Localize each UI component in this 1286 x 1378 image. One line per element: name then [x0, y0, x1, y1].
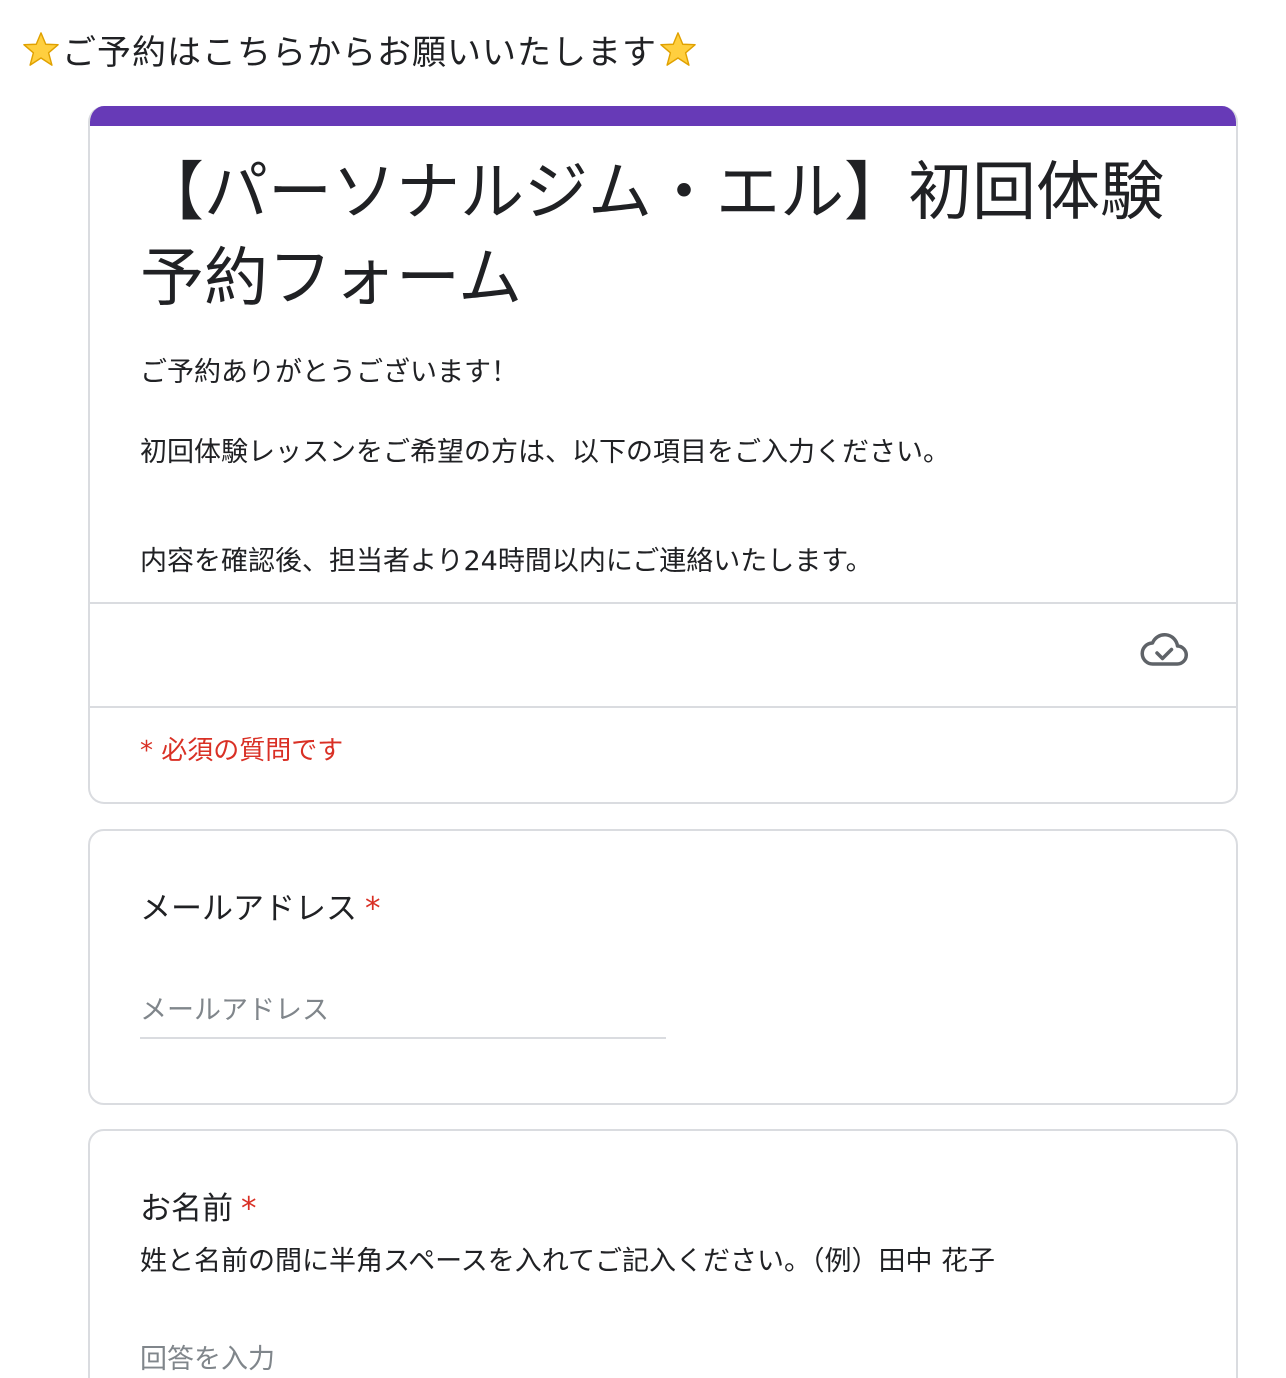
star-icon [23, 32, 59, 66]
question-title: お名前 * [140, 1183, 257, 1228]
question-title-text: お名前 [140, 1191, 233, 1227]
question-help-text: 姓と名前の間に半角スペースを入れてご記入ください。（例）田中 花子 [140, 1246, 996, 1277]
cloud-check-icon [1140, 633, 1188, 666]
question-title: メールアドレス * [140, 883, 381, 928]
form-title: 【パーソナルジム・エル】初回体験予約フォーム [140, 156, 1164, 316]
question-title-text: メールアドレス [140, 891, 357, 927]
name-input[interactable] [140, 1337, 666, 1378]
required-note: * 必須の質問です [140, 736, 344, 766]
divider [90, 602, 1236, 604]
question-card-name: お名前 * 姓と名前の間に半角スペースを入れてご記入ください。（例）田中 花子 [88, 1129, 1238, 1378]
form-description-line: 内容を確認後、担当者より24時間以内にご連絡いたします。 [140, 546, 873, 577]
input-underline [140, 1037, 666, 1039]
star-icon [660, 32, 696, 66]
theme-accent-bar [90, 106, 1236, 126]
question-card-email: メールアドレス * [88, 829, 1238, 1105]
email-input[interactable] [140, 988, 666, 1032]
page: ご予約はこちらからお願いいたします 【パーソナルジム・エル】初回体験予約フォーム… [0, 0, 1286, 1378]
form-description-line: ご予約ありがとうございます！ [140, 357, 518, 388]
banner-text: ご予約はこちらからお願いいたします [62, 32, 657, 73]
required-asterisk: * [241, 1191, 257, 1227]
required-asterisk: * [365, 891, 381, 927]
reservation-banner: ご予約はこちらからお願いいたします [22, 24, 697, 74]
form-header-card: 【パーソナルジム・エル】初回体験予約フォーム ご予約ありがとうございます！ 初回… [88, 106, 1238, 804]
form-description-line: 初回体験レッスンをご希望の方は、以下の項目をご入力ください。 [140, 437, 950, 468]
divider [90, 706, 1236, 708]
